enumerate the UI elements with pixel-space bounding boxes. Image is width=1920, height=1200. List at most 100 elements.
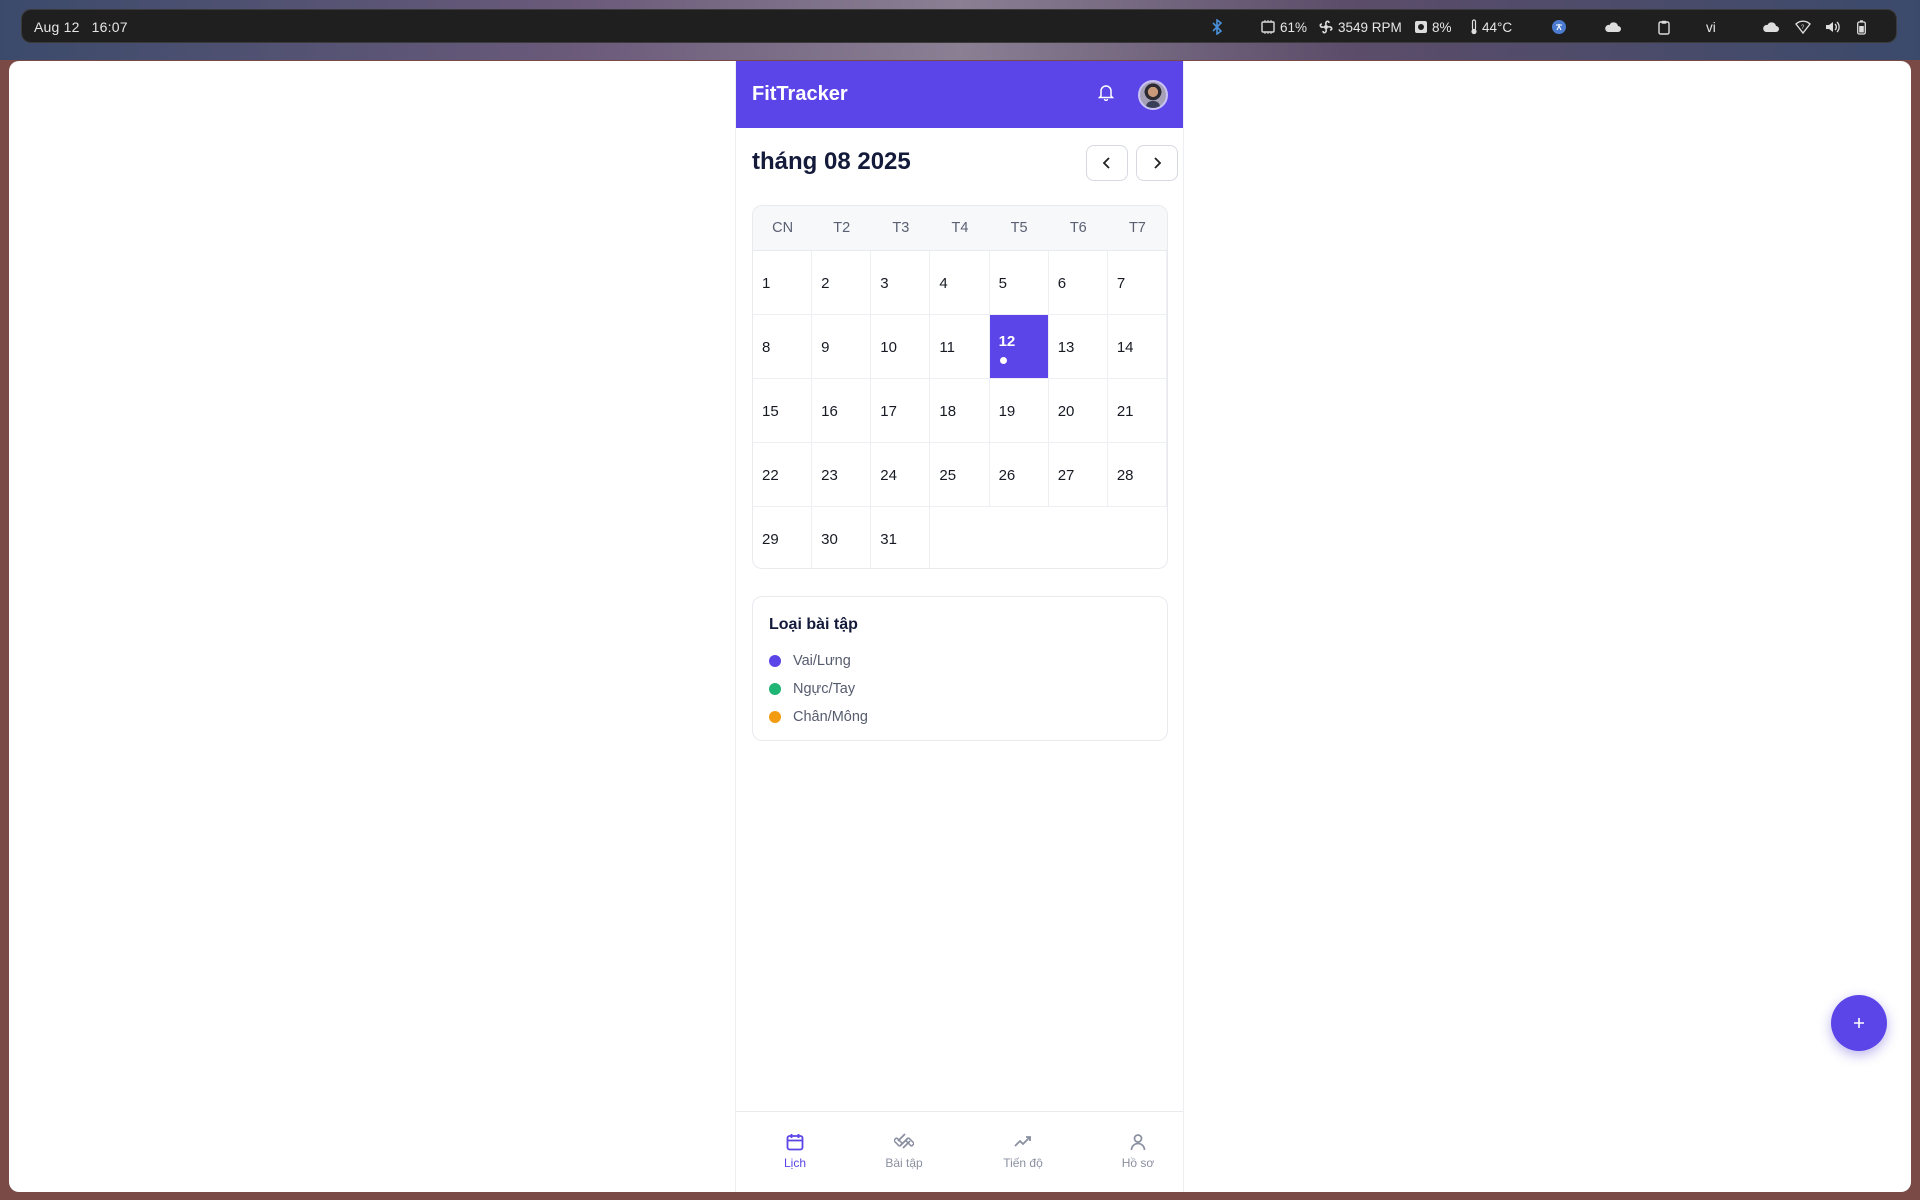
translate-icon[interactable] [1552, 10, 1566, 44]
weekday-label: T5 [1010, 220, 1028, 236]
next-month-button[interactable] [1136, 145, 1178, 181]
calendar-day[interactable]: 2 [812, 251, 872, 315]
calendar-day-number: 29 [762, 531, 779, 548]
calendar-empty-cell [1108, 507, 1167, 568]
prev-month-button[interactable] [1086, 145, 1128, 181]
calendar-day[interactable]: 9 [812, 315, 872, 379]
calendar-day-number: 16 [821, 403, 838, 420]
calendar-day[interactable]: 20 [1048, 379, 1108, 443]
thermometer-icon [1471, 19, 1477, 35]
calendar-day-number: 13 [1057, 339, 1075, 356]
calendar-empty-cell [1049, 507, 1108, 568]
tab-bai-tap[interactable]: Bài tập [859, 1112, 949, 1193]
calendar-day-number: 31 [880, 531, 897, 548]
calendar-day[interactable]: 11 [930, 315, 990, 379]
month-header: tháng 08 2025 [736, 128, 1183, 198]
weekday-label: T7 [1128, 220, 1146, 236]
cpu-icon [1261, 20, 1275, 34]
calendar-grid: CN T2 T3 T4 T5 T6 T7 1 2 3 4 5 6 7 8 9 10 11 12 13 14 15 16 17… [752, 205, 1168, 569]
add-workout-button[interactable] [1831, 995, 1887, 1051]
calendar-day[interactable]: 18 [930, 379, 990, 443]
calendar-day[interactable]: 16 [812, 379, 872, 443]
calendar-day-number: 2 [821, 275, 830, 292]
avatar[interactable] [1138, 80, 1168, 110]
user-icon [1130, 1134, 1146, 1151]
calendar-day-today[interactable]: 12 [989, 315, 1049, 379]
battery-icon[interactable] [1857, 10, 1866, 44]
calendar-day[interactable]: 3 [871, 251, 931, 315]
calendar-day[interactable]: 17 [871, 379, 931, 443]
calendar-day-number: 19 [998, 403, 1016, 420]
weekday-label: T2 [833, 220, 851, 236]
cpu-indicator[interactable]: 61% [1260, 10, 1307, 44]
calendar-day-number: 9 [821, 339, 830, 356]
calendar-day[interactable]: 10 [871, 315, 931, 379]
calendar-day-number: 3 [880, 275, 889, 292]
calendar-day[interactable]: 5 [989, 251, 1049, 315]
tab-tien-do[interactable]: Tiến độ [978, 1112, 1068, 1193]
legend-title: Loại bài tập [769, 616, 858, 633]
calendar-day[interactable]: 24 [871, 443, 931, 507]
calendar-day[interactable]: 19 [989, 379, 1049, 443]
wifi-icon[interactable]: ? [1795, 10, 1811, 44]
calendar-day-number: 22 [762, 467, 779, 484]
calendar-empty-cell [990, 507, 1049, 568]
calendar-day-number: 20 [1057, 403, 1075, 420]
calendar-day[interactable]: 8 [753, 315, 813, 379]
temperature-value: 44°C [1482, 19, 1513, 35]
calendar-day[interactable]: 30 [812, 507, 872, 568]
calendar-day-number: 26 [998, 467, 1016, 484]
legend-label: Chân/Mông [793, 709, 868, 725]
calendar-day[interactable]: 27 [1048, 443, 1108, 507]
legend-swatch [769, 655, 781, 667]
tab-bai-tap-label: Bài tập [885, 1156, 923, 1170]
calendar-day-number: 17 [880, 403, 897, 420]
calendar-empty-cell [930, 507, 989, 568]
tab-ho-so[interactable]: Hồ sơ [1093, 1112, 1183, 1193]
calendar-day[interactable]: 6 [1048, 251, 1108, 315]
chevron-left-icon [1102, 157, 1110, 169]
calendar-day-number: 1 [762, 275, 771, 292]
volume-icon[interactable] [1825, 10, 1841, 44]
bluetooth-icon[interactable] [1211, 10, 1223, 44]
keyboard-layout[interactable]: vi [1706, 10, 1716, 44]
calendar-day[interactable]: 13 [1048, 315, 1108, 379]
clock-date: Aug 12 [34, 19, 80, 35]
app-title: FitTracker [752, 83, 848, 105]
legend-swatch [769, 683, 781, 695]
calendar-day[interactable]: 29 [753, 507, 813, 568]
temperature-indicator[interactable]: 44°C [1470, 10, 1512, 44]
calendar-day[interactable]: 4 [930, 251, 990, 315]
fan-indicator[interactable]: 3549 RPM [1318, 10, 1402, 44]
calendar-day[interactable]: 31 [871, 507, 931, 568]
calendar-day[interactable]: 21 [1107, 379, 1167, 443]
bell-icon[interactable] [1097, 83, 1115, 106]
tab-lich[interactable]: Lịch [750, 1112, 840, 1193]
calendar-day[interactable]: 25 [930, 443, 990, 507]
weekday-label: CN [772, 220, 794, 236]
clock[interactable]: Aug 12 16:07 [34, 19, 128, 35]
calendar-day-number: 10 [880, 339, 897, 356]
calendar-day[interactable]: 14 [1107, 315, 1167, 379]
clipboard-icon[interactable] [1658, 10, 1670, 44]
fittracker-app: FitTracker tháng 08 2025 CN T2 T3 T4 T5 T6 T7 … [735, 61, 1184, 1192]
calendar-day[interactable]: 1 [753, 251, 813, 315]
calendar-day-number: 5 [998, 275, 1007, 292]
calendar-day[interactable]: 22 [753, 443, 813, 507]
calendar-day[interactable]: 23 [812, 443, 872, 507]
calendar-day[interactable]: 26 [989, 443, 1049, 507]
cloud-icon[interactable] [1604, 10, 1622, 44]
cloud-sync-icon[interactable] [1762, 10, 1780, 44]
calendar-day-number: 6 [1057, 275, 1067, 292]
calendar-day-number: 27 [1057, 467, 1075, 484]
day-grid: 1 2 3 4 5 6 7 8 9 10 11 12 13 14 15 16 17 18 19 20 21 22 23 24 2… [753, 251, 1167, 568]
disk-indicator[interactable]: 8% [1414, 10, 1452, 44]
calendar-icon [786, 1134, 804, 1151]
weekday-label: T3 [892, 220, 910, 236]
calendar-day[interactable]: 15 [753, 379, 813, 443]
calendar-day[interactable]: 7 [1107, 251, 1167, 315]
disk-icon [1415, 21, 1427, 33]
calendar-day[interactable]: 28 [1107, 443, 1167, 507]
legend-swatch [769, 711, 781, 723]
dumbbell-icon [894, 1133, 914, 1149]
